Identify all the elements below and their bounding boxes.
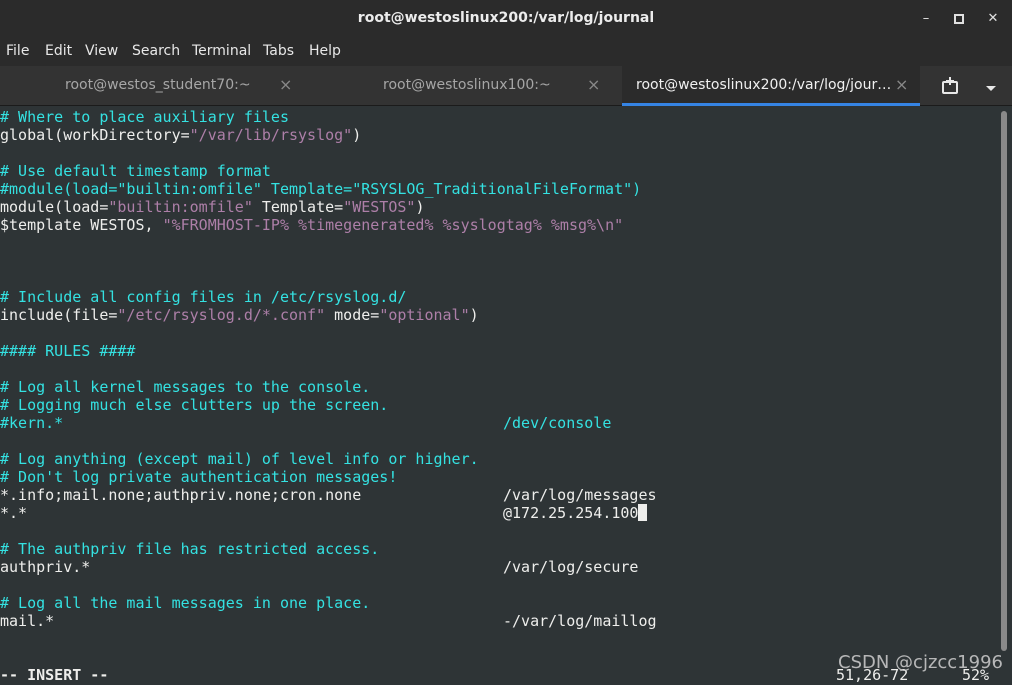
menu-file[interactable]: File [6,43,29,59]
code-line: # Logging much else clutters up the scre… [0,396,388,414]
string-text: "%FROMHOST-IP% %timegenerated% %syslogta… [162,216,624,234]
code-text: *.info;mail.none;authpriv.none;cron.none [0,486,362,504]
tab-label: root@westos_student70:~ [65,77,251,93]
string-text: "/var/lib/rsyslog" [189,126,353,144]
tab-student70[interactable]: root@westos_student70:~ × [0,66,311,106]
close-button[interactable]: ✕ [982,8,1004,30]
new-tab-icon [942,77,958,94]
tab-close-button[interactable]: × [895,75,908,94]
comment-text: # Where to place auxiliary files [0,108,289,126]
comment-text: #### RULES #### [0,342,136,360]
tab-close-button[interactable]: × [279,75,292,94]
code-line: *.info;mail.none;authpriv.none;cron.none… [0,486,657,504]
code-line: #module(load="builtin:omfile" Template="… [0,180,641,198]
string-text: "WESTOS" [343,198,416,216]
code-text: authpriv.* [0,558,91,576]
chevron-down-icon [986,86,996,91]
scrollbar[interactable] [998,106,1012,685]
code-line: *.* @172.25.254.100 [0,504,648,522]
code-text: module(load= [0,198,109,216]
code-text: -/var/log/maillog [503,612,657,630]
code-text: /var/log/messages [503,486,657,504]
string-text: "optional" [379,306,470,324]
code-text: Template= [252,198,344,216]
code-line: global(workDirectory="/var/lib/rsyslog") [0,126,361,144]
watermark: CSDN @cjzcc1996 [838,652,1003,673]
code-text: mode= [325,306,380,324]
code-text: global(workDirectory= [0,126,190,144]
tab-label: root@westoslinux100:~ [383,77,551,93]
tab-westoslinux100[interactable]: root@westoslinux100:~ × [311,66,622,106]
code-line: authpriv.* /var/log/secure [0,558,638,576]
window-title: root@westoslinux200:/var/log/journal [357,10,655,26]
comment-text: #module(load="builtin:omfile" Template="… [0,180,642,198]
comment-text: # Log all kernel messages to the console… [0,378,371,396]
comment-text: # Log all the mail messages in one place… [0,594,371,612]
comment-text: # Use default timestamp format [0,162,271,180]
menu-help[interactable]: Help [309,43,341,59]
maximize-icon [954,14,964,24]
tab-close-button[interactable]: × [587,75,600,94]
code-text: include(file= [0,306,118,324]
menu-bar: File Edit View Search Terminal Tabs Help [0,38,1012,66]
scrollbar-thumb[interactable] [1001,111,1007,651]
comment-text: # The authpriv file has restricted acces… [0,540,380,558]
code-line: #### RULES #### [0,342,135,360]
window-titlebar: root@westoslinux200:/var/log/journal – ✕ [0,0,1012,38]
minimize-button[interactable]: – [915,8,937,30]
vim-mode-indicator: -- INSERT -- [0,666,109,684]
code-line: #kern.* /dev/console [0,414,611,432]
code-text: $template WESTOS, [0,216,163,234]
code-line: mail.* -/var/log/maillog [0,612,657,630]
comment-text: #kern.* [0,414,64,432]
code-text: ) [415,198,425,216]
comment-text: # Don't log private authentication messa… [0,468,398,486]
menu-view[interactable]: View [85,43,118,59]
code-text: @172.25.254.100 [503,504,639,522]
code-text: *.* [0,504,28,522]
menu-tabs[interactable]: Tabs [263,43,294,59]
code-line: # The authpriv file has restricted acces… [0,540,379,558]
code-line: include(file="/etc/rsyslog.d/*.conf" mod… [0,306,479,324]
text-cursor [638,504,648,521]
menu-edit[interactable]: Edit [45,43,72,59]
code-line: $template WESTOS, "%FROMHOST-IP% %timege… [0,216,623,234]
tab-westoslinux200[interactable]: root@westoslinux200:/var/log/jour… × [622,66,920,106]
comment-text: /dev/console [503,414,612,432]
code-text: ) [352,126,362,144]
code-line: # Use default timestamp format [0,162,271,180]
maximize-button[interactable] [948,8,970,30]
comment-text: # Logging much else clutters up the scre… [0,396,389,414]
code-line: # Log all the mail messages in one place… [0,594,370,612]
code-line: # Log all kernel messages to the console… [0,378,370,396]
menu-terminal[interactable]: Terminal [192,43,251,59]
string-text: "builtin:omfile" [108,198,253,216]
code-text: mail.* [0,612,55,630]
new-tab-button[interactable] [940,76,962,96]
code-line: # Where to place auxiliary files [0,108,289,126]
terminal-view[interactable]: # Where to place auxiliary files global(… [0,106,998,685]
comment-text: # Log anything (except mail) of level in… [0,450,479,468]
code-line: # Don't log private authentication messa… [0,468,397,486]
code-line: module(load="builtin:omfile" Template="W… [0,198,424,216]
comment-text: # Include all config files in /etc/rsysl… [0,288,407,306]
tab-bar: root@westos_student70:~ × root@westoslin… [0,66,1012,106]
code-text: ) [469,306,479,324]
code-line: # Include all config files in /etc/rsysl… [0,288,406,306]
code-text: /var/log/secure [503,558,639,576]
tabs-menu-button[interactable] [984,80,998,92]
menu-search[interactable]: Search [132,43,180,59]
code-line: # Log anything (except mail) of level in… [0,450,479,468]
tab-label: root@westoslinux200:/var/log/jour… [636,77,892,93]
string-text: "/etc/rsyslog.d/*.conf" [117,306,326,324]
